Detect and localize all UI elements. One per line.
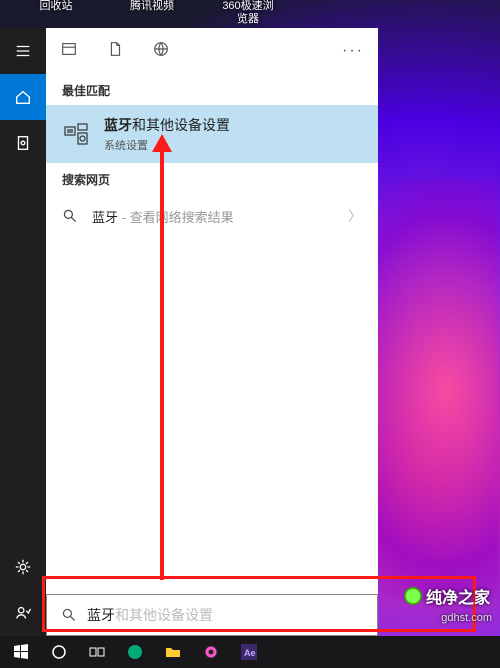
home-icon	[14, 88, 32, 106]
folder-icon	[165, 644, 181, 660]
watermark-logo-icon	[404, 587, 422, 605]
windows-icon	[13, 644, 29, 660]
documents-filter-button[interactable]	[106, 40, 124, 63]
web-filter-button[interactable]	[152, 40, 170, 63]
search-input-value: 蓝牙和其他设备设置	[87, 605, 213, 625]
hamburger-icon	[14, 42, 32, 60]
desktop-icon-recycle[interactable]: 回收站	[28, 0, 84, 13]
start-button[interactable]	[4, 638, 38, 666]
chevron-right-icon: 〉	[348, 206, 362, 226]
taskview-button[interactable]	[80, 638, 114, 666]
ae-icon: Ae	[241, 644, 257, 660]
desktop-icons-row: 回收站 腾讯视频 360极速浏览器	[0, 0, 500, 28]
best-match-result[interactable]: 蓝牙和其他设备设置 系统设置	[46, 105, 378, 163]
device-settings-icon	[62, 120, 90, 148]
cortana-icon	[51, 644, 67, 660]
cortana-button[interactable]	[42, 638, 76, 666]
desktop-icon-tencent[interactable]: 腾讯视频	[124, 0, 180, 13]
home-button[interactable]	[0, 74, 46, 120]
search-icon	[61, 607, 77, 623]
taskbar: Ae	[0, 636, 500, 668]
watermark-brand: 纯净之家	[404, 584, 490, 608]
best-match-title: 蓝牙和其他设备设置	[104, 115, 230, 135]
feedback-icon	[14, 604, 32, 622]
app-aftereffects[interactable]: Ae	[232, 638, 266, 666]
watermark-url: gdhst.com	[441, 612, 492, 624]
globe-icon	[152, 40, 170, 58]
best-match-label: 最佳匹配	[46, 74, 378, 105]
settings-button[interactable]	[0, 544, 46, 590]
notebook-button[interactable]	[0, 120, 46, 166]
web-result-text: 蓝牙 - 查看网络搜索结果	[92, 207, 334, 226]
apps-filter-button[interactable]	[60, 40, 78, 63]
annotation-arrow	[160, 150, 164, 580]
svg-text:Ae: Ae	[244, 648, 256, 658]
notebook-icon	[14, 134, 32, 152]
apps-icon	[60, 40, 78, 58]
feedback-button[interactable]	[0, 590, 46, 636]
document-icon	[106, 40, 124, 58]
app-browser[interactable]	[194, 638, 228, 666]
filter-row: ···	[46, 28, 378, 74]
hamburger-button[interactable]	[0, 28, 46, 74]
more-filters-button[interactable]: ···	[342, 42, 364, 60]
web-search-result[interactable]: 蓝牙 - 查看网络搜索结果 〉	[46, 194, 378, 238]
cortana-left-rail	[0, 28, 46, 636]
gear-icon	[14, 558, 32, 576]
desktop-icon-360[interactable]: 360极速浏览器	[220, 0, 276, 26]
app-explorer[interactable]	[156, 638, 190, 666]
search-icon	[62, 208, 78, 224]
cortana-search-panel: ··· 最佳匹配 蓝牙和其他设备设置 系统设置 搜索网页 蓝牙 - 查看网络搜索…	[46, 28, 378, 636]
app-edge[interactable]	[118, 638, 152, 666]
edge-icon	[127, 644, 143, 660]
cortana-search-input[interactable]: 蓝牙和其他设备设置	[46, 594, 378, 636]
search-web-label: 搜索网页	[46, 163, 378, 194]
taskview-icon	[89, 644, 105, 660]
colorwheel-icon	[203, 644, 219, 660]
